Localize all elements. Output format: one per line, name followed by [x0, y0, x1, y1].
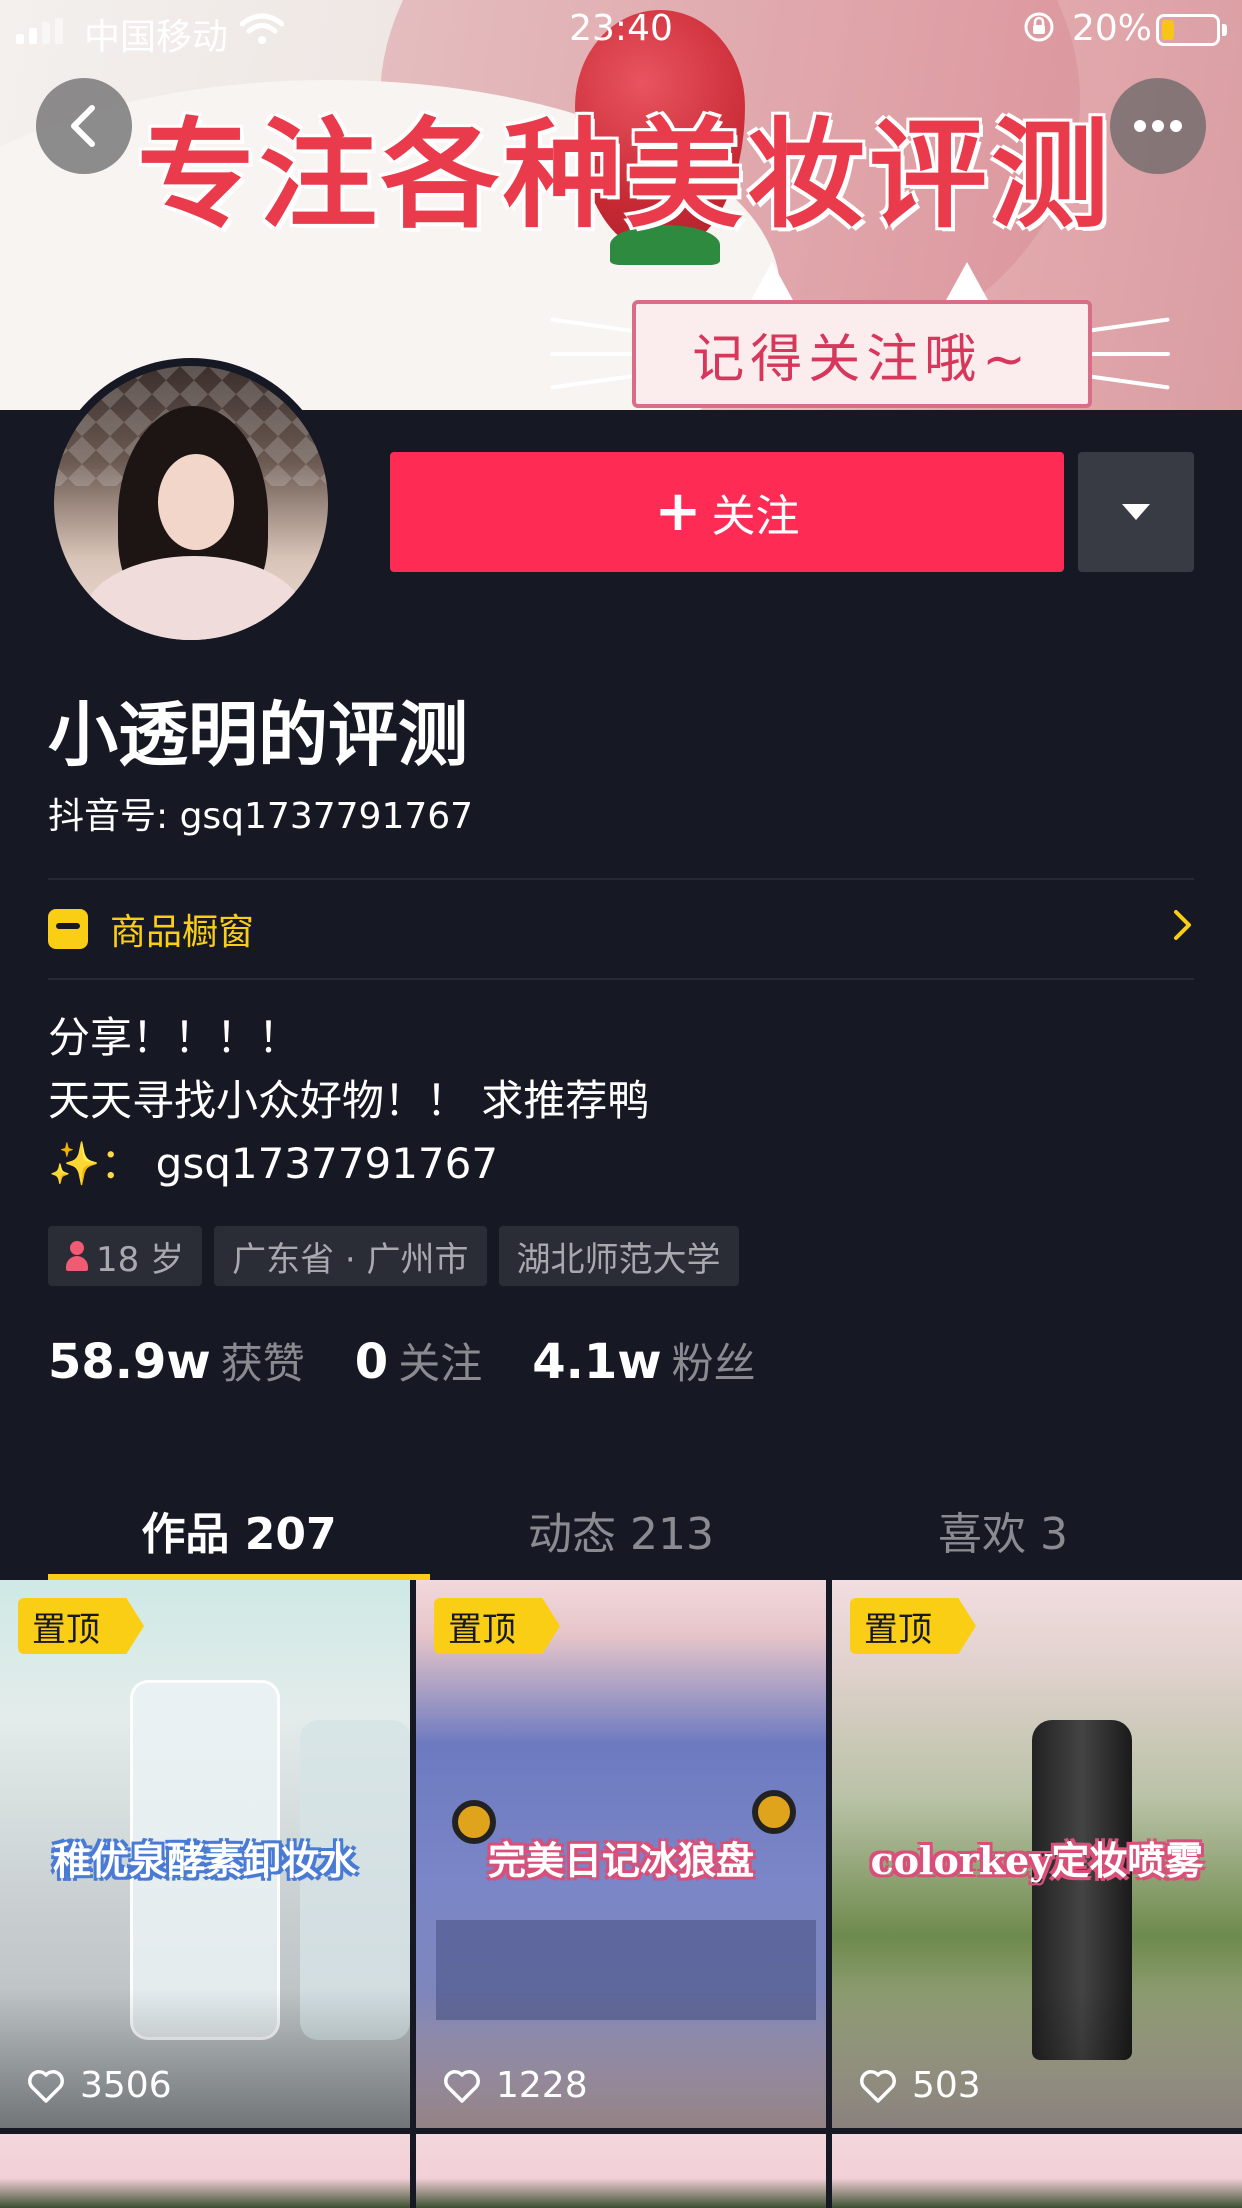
video-likes: 503 [858, 2065, 981, 2106]
sparkle-icon: ✨： [48, 1139, 143, 1188]
follow-button[interactable]: + 关注 [390, 452, 1064, 572]
heart-icon [860, 2069, 896, 2103]
profile-tags: 18 岁 广东省 · 广州市 湖北师范大学 [48, 1226, 739, 1286]
avatar-image [54, 366, 328, 640]
bio-contact: gsq1737791767 [155, 1139, 499, 1188]
tab-label: 作品 207 [141, 1509, 337, 1560]
cat-ear-illustration [945, 262, 989, 302]
battery-percent: 20% [1072, 8, 1153, 49]
location-tag: 广东省 · 广州市 [214, 1226, 487, 1286]
rotation-lock-icon [1022, 10, 1056, 53]
fans-count[interactable]: 4.1w [532, 1334, 661, 1390]
tab-works[interactable]: 作品 207 [48, 1480, 430, 1580]
like-count: 503 [912, 2065, 981, 2106]
banner-title: 专注各种美妆评测 [136, 106, 1113, 244]
video-grid: 置顶 稚优泉酵素卸妆水 3506 置顶 完美日记冰狼盘 1228 置顶 colo… [0, 1580, 1242, 2208]
profile-bio: 分享！！！！ 天天寻找小众好物！！ 求推荐鸭 ✨： gsq1737791767 [48, 1006, 649, 1195]
profile-stats: 58.9w 获赞 0 关注 4.1w 粉丝 [48, 1330, 806, 1400]
profile-banner: 专注各种美妆评测 记得关注哦~ [0, 0, 1242, 410]
bio-line: 分享！！！！ [48, 1013, 301, 1062]
video-likes: 1228 [442, 2065, 588, 2106]
status-bar: 中国移动 23:40 20% [0, 0, 1242, 60]
likes-count[interactable]: 58.9w [48, 1334, 211, 1390]
wolf-eye-illustration [752, 1790, 796, 1834]
divider [48, 978, 1194, 980]
triangle-down-icon [1122, 504, 1150, 520]
tab-moments[interactable]: 动态 213 [430, 1480, 812, 1580]
video-thumbnail[interactable] [832, 2134, 1242, 2208]
video-thumbnail[interactable]: 置顶 稚优泉酵素卸妆水 3506 [0, 1580, 410, 2128]
video-thumbnail[interactable]: 置顶 完美日记冰狼盘 1228 [416, 1580, 826, 2128]
age-label: 18 岁 [96, 1239, 185, 1280]
likes-label[interactable]: 获赞 [221, 1330, 305, 1391]
douyin-id: 抖音号: gsq1737791767 [48, 796, 474, 837]
school-tag: 湖北师范大学 [498, 1226, 739, 1286]
profile-name: 小透明的评测 [48, 694, 468, 776]
profile-page: 专注各种美妆评测 记得关注哦~ 中国移动 23:40 20% + 关注 小透明的… [0, 0, 1242, 2208]
back-chevron-icon [71, 105, 95, 147]
avatar[interactable] [46, 358, 336, 648]
more-button[interactable] [1110, 78, 1206, 174]
shop-window-label: 商品橱窗 [110, 912, 255, 953]
tab-label: 动态 213 [528, 1509, 714, 1560]
video-cover-text: colorkey定妆喷雾 [870, 1838, 1204, 1883]
banner-subtitle: 记得关注哦~ [632, 300, 1092, 408]
bio-line: ✨： gsq1737791767 [48, 1132, 649, 1195]
back-button[interactable] [36, 78, 132, 174]
tab-likes[interactable]: 喜欢 3 [812, 1480, 1194, 1580]
heart-icon [444, 2069, 480, 2103]
video-thumbnail[interactable]: 置顶 colorkey定妆喷雾 503 [832, 1580, 1242, 2128]
shop-window-row[interactable]: 商品橱窗 [48, 880, 1194, 978]
following-count[interactable]: 0 [355, 1334, 388, 1390]
follow-label: 关注 [711, 491, 800, 542]
plus-icon: + [654, 479, 702, 544]
battery-icon [1156, 14, 1220, 46]
tab-label: 喜欢 3 [938, 1509, 1068, 1560]
like-count: 1228 [496, 2065, 588, 2106]
shop-icon [48, 909, 88, 949]
content-tabs: 作品 207 动态 213 喜欢 3 [48, 1480, 1194, 1580]
battery-cap [1222, 24, 1227, 36]
video-thumbnail[interactable] [0, 2134, 410, 2208]
more-dots-icon [1134, 120, 1182, 132]
video-cover-text: 完美日记冰狼盘 [487, 1838, 754, 1883]
pinned-badge: 置顶 [18, 1598, 144, 1654]
bio-line: 天天寻找小众好物！！ 求推荐鸭 [48, 1076, 650, 1125]
recommend-dropdown-button[interactable] [1078, 452, 1194, 572]
pinned-badge: 置顶 [850, 1598, 976, 1654]
video-thumbnail[interactable] [416, 2134, 826, 2208]
age-tag: 18 岁 [48, 1226, 203, 1286]
heart-icon [28, 2069, 64, 2103]
following-label[interactable]: 关注 [398, 1330, 482, 1391]
female-icon [66, 1241, 88, 1271]
video-likes: 3506 [26, 2065, 172, 2106]
cat-ear-illustration [750, 262, 794, 302]
chevron-right-icon [1172, 906, 1194, 952]
fans-label[interactable]: 粉丝 [672, 1330, 756, 1391]
pinned-badge: 置顶 [434, 1598, 560, 1654]
like-count: 3506 [80, 2065, 172, 2106]
video-cover-text: 稚优泉酵素卸妆水 [52, 1838, 357, 1883]
